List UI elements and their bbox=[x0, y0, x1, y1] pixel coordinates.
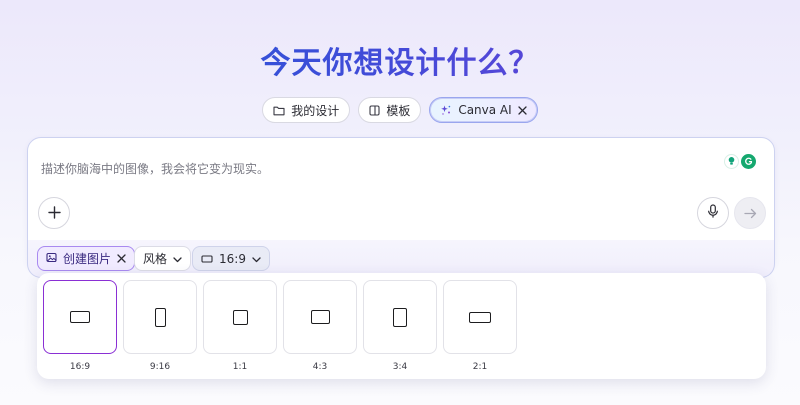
add-button[interactable] bbox=[38, 197, 70, 229]
grammar-assistant-badge[interactable] bbox=[724, 152, 756, 170]
mode-tabs: 我的设计 模板 Canva AI bbox=[0, 97, 800, 123]
ratio-option-label: 9:16 bbox=[149, 362, 171, 372]
ratio-option-2-1[interactable] bbox=[443, 280, 517, 354]
aspect-ratio-dropdown[interactable]: 16:9 bbox=[192, 246, 270, 271]
ratio-option-1-1[interactable] bbox=[203, 280, 277, 354]
send-button[interactable] bbox=[734, 197, 766, 229]
ratio-option-16-9[interactable] bbox=[43, 280, 117, 354]
arrow-right-icon bbox=[743, 204, 757, 223]
tab-templates[interactable]: 模板 bbox=[358, 97, 422, 123]
tab-templates-label: 模板 bbox=[386, 103, 411, 118]
sparkle-icon bbox=[440, 104, 452, 116]
close-icon[interactable] bbox=[518, 105, 527, 115]
folder-icon bbox=[273, 105, 285, 116]
ratio-option-label: 3:4 bbox=[392, 362, 408, 372]
page-title: 今天你想设计什么？ bbox=[0, 38, 800, 82]
ratio-option-3-4[interactable] bbox=[363, 280, 437, 354]
landscape-ratio-icon bbox=[310, 310, 330, 324]
grammarly-icon bbox=[741, 153, 756, 169]
tab-canva-ai-label: Canva AI bbox=[458, 103, 512, 117]
plus-icon bbox=[47, 204, 61, 223]
ratio-option-label: 1:1 bbox=[232, 362, 248, 372]
square-ratio-icon bbox=[232, 309, 248, 325]
lightbulb-icon bbox=[724, 153, 739, 169]
chevron-down-icon bbox=[173, 252, 182, 266]
create-image-chip[interactable]: 创建图片 bbox=[37, 246, 136, 271]
prompt-input[interactable]: 描述你脑海中的图像，我会将它变为现实。 bbox=[41, 160, 269, 177]
portrait-ratio-icon bbox=[393, 307, 407, 327]
ratio-option-label: 16:9 bbox=[69, 362, 91, 372]
create-image-label: 创建图片 bbox=[63, 252, 112, 266]
page: 今天你想设计什么？ 我的设计 模板 Canva AI 描述你脑海中的图像，我会将… bbox=[0, 0, 800, 405]
ratio-option-label: 4:3 bbox=[312, 362, 328, 372]
ratio-option-label: 2:1 bbox=[472, 362, 488, 372]
aspect-ratio-icon bbox=[201, 252, 213, 266]
chevron-down-icon bbox=[252, 252, 261, 266]
portrait-ratio-icon bbox=[154, 307, 166, 327]
ratio-option-4-3[interactable] bbox=[283, 280, 357, 354]
image-icon bbox=[46, 252, 57, 266]
landscape-ratio-icon bbox=[469, 311, 491, 323]
aspect-ratio-label: 16:9 bbox=[219, 251, 246, 266]
aspect-ratio-menu: 16:9 9:16 1:1 4:3 3:4 2:1 bbox=[37, 273, 766, 379]
style-label: 风格 bbox=[143, 252, 168, 266]
style-dropdown[interactable]: 风格 bbox=[134, 246, 192, 271]
tab-my-designs-label: 我的设计 bbox=[291, 103, 340, 118]
voice-input-button[interactable] bbox=[697, 197, 729, 229]
template-icon bbox=[369, 104, 380, 116]
close-icon[interactable] bbox=[117, 252, 126, 266]
tab-my-designs[interactable]: 我的设计 bbox=[262, 97, 351, 123]
landscape-ratio-icon bbox=[70, 311, 90, 323]
ratio-option-9-16[interactable] bbox=[123, 280, 197, 354]
microphone-icon bbox=[707, 203, 719, 223]
tab-canva-ai[interactable]: Canva AI bbox=[429, 97, 538, 123]
